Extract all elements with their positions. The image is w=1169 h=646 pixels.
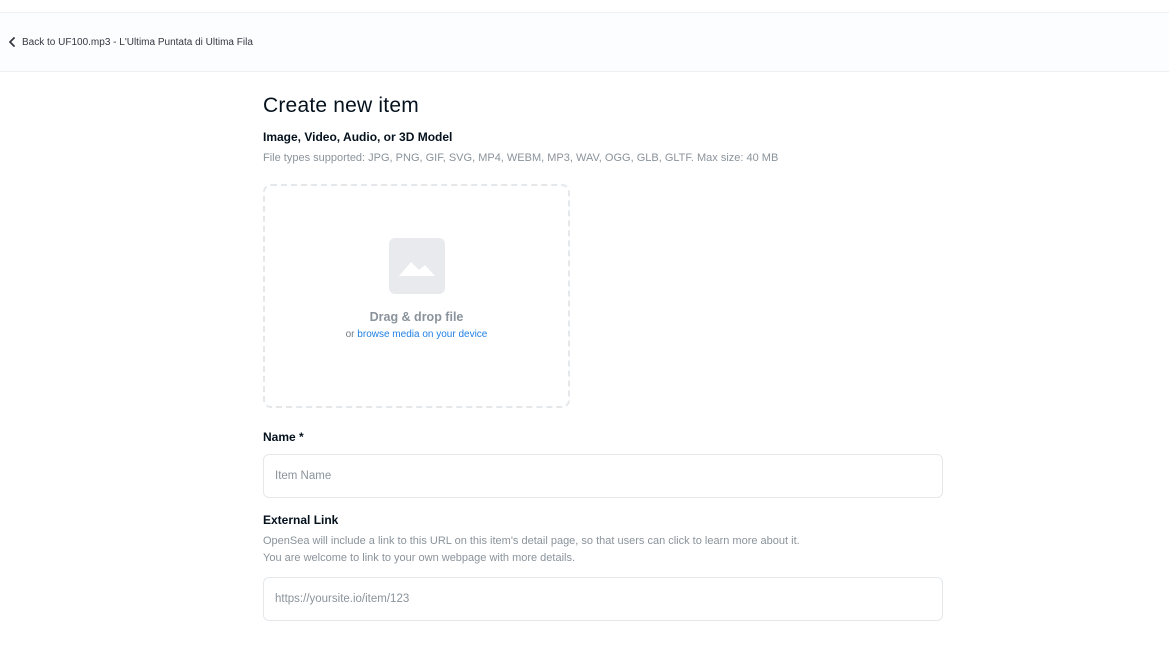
image-icon [388, 238, 445, 294]
browse-prefix: or [345, 329, 355, 340]
drag-drop-label: Drag & drop file [369, 310, 464, 324]
media-dropzone[interactable]: Drag & drop file or browse media on your… [263, 184, 570, 408]
chevron-left-icon [6, 36, 18, 48]
name-label: Name * [263, 430, 304, 444]
external-link-group: External Link OpenSea will include a lin… [263, 513, 943, 621]
top-bar: Back to UF100.mp3 - L'Ultima Puntata di … [0, 12, 1169, 72]
back-link-label: Back to UF100.mp3 - L'Ultima Puntata di … [22, 36, 253, 48]
media-help-text: File types supported: JPG, PNG, GIF, SVG… [263, 152, 779, 164]
page-title: Create new item [263, 94, 419, 117]
media-label: Image, Video, Audio, or 3D Model [263, 130, 453, 144]
browse-line: or browse media on your device [346, 329, 488, 340]
back-link[interactable]: Back to UF100.mp3 - L'Ultima Puntata di … [6, 36, 253, 48]
external-link-help-2: You are welcome to link to your own webp… [263, 552, 576, 564]
external-link-label: External Link [263, 513, 339, 527]
external-link-help-1: OpenSea will include a link to this URL … [263, 535, 800, 547]
external-link-input[interactable] [263, 577, 943, 621]
item-name-input[interactable] [263, 454, 943, 498]
browse-media-link[interactable]: browse media on your device [357, 329, 487, 340]
name-field-group: Name * [263, 430, 943, 498]
create-item-form: Create new item Image, Video, Audio, or … [263, 90, 943, 621]
